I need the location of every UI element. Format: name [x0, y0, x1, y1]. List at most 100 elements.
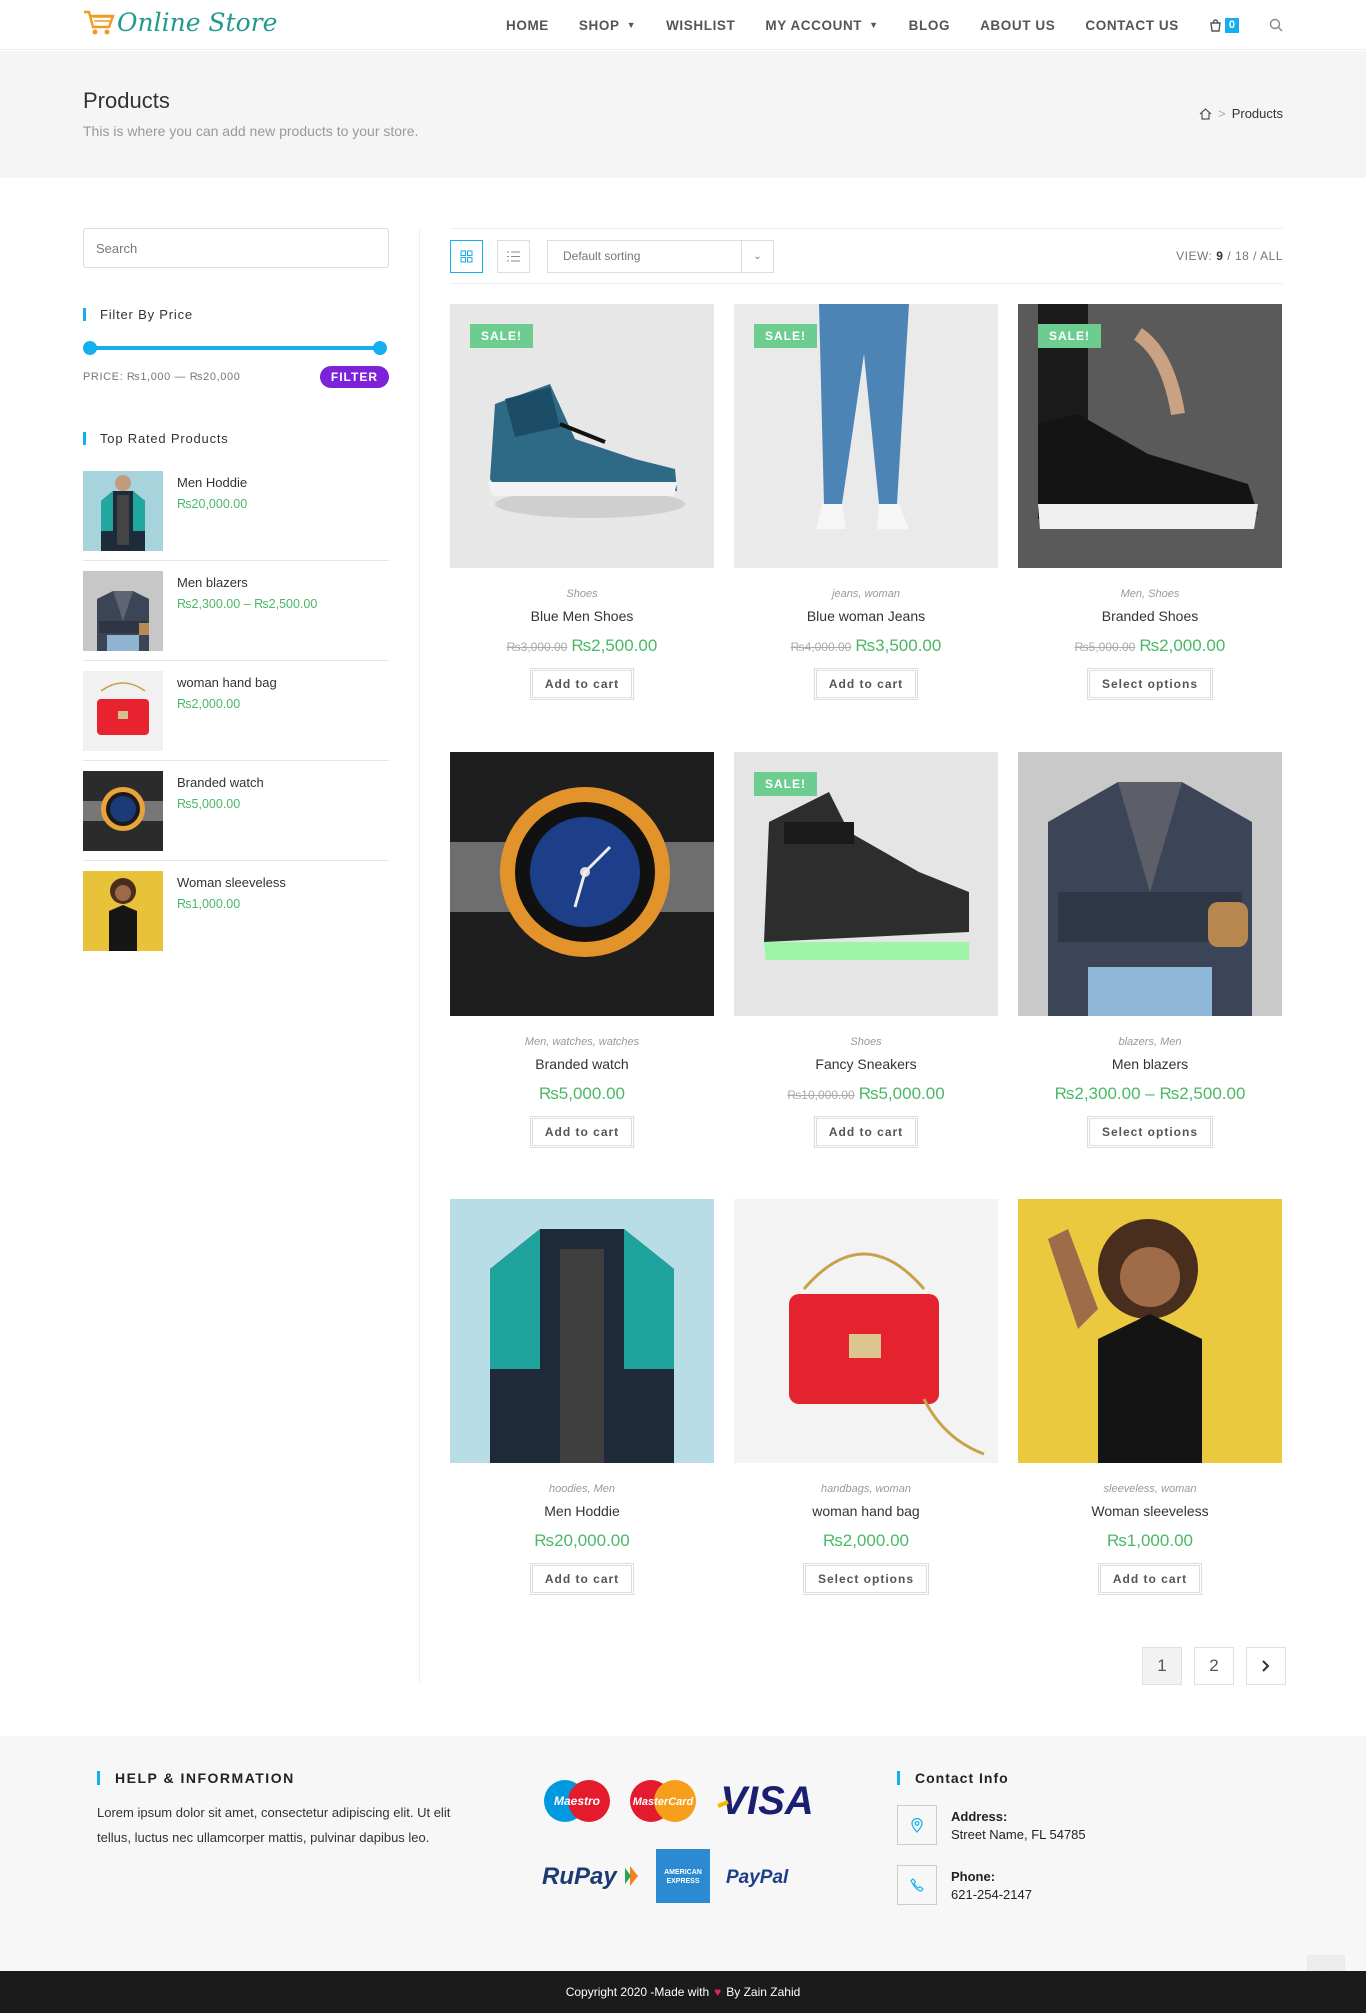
product-image[interactable]: SALE! — [1018, 304, 1282, 568]
product-name[interactable]: Blue Men Shoes — [450, 608, 714, 624]
product-image[interactable] — [450, 1199, 714, 1463]
product-card: hoodies, Men Men Hoddie ₨20,000.00 Add t… — [450, 1199, 714, 1595]
heart-icon: ♥ — [714, 1985, 722, 1999]
copyright-author: By Zain Zahid — [726, 1985, 801, 1999]
nav-home[interactable]: HOME — [506, 18, 549, 33]
branded-watch-image — [450, 752, 714, 1016]
product-categories[interactable]: blazers, Men — [1018, 1036, 1282, 1048]
chevron-down-icon: ▼ — [626, 20, 637, 30]
product-price: ₨5,000.00 ₨2,000.00 — [1018, 636, 1282, 656]
list-view-button[interactable] — [497, 239, 530, 273]
add-to-cart-button[interactable]: Add to cart — [529, 1563, 635, 1595]
svg-text:Maestro: Maestro — [554, 1794, 600, 1808]
product-image[interactable]: SALE! — [734, 304, 998, 568]
branded-watch-thumbnail[interactable] — [83, 771, 163, 851]
product-image[interactable] — [1018, 1199, 1282, 1463]
product-name[interactable]: Men blazers — [1018, 1056, 1282, 1072]
nav-about-us[interactable]: ABOUT US — [980, 18, 1055, 33]
product-card: sleeveless, woman Woman sleeveless ₨1,00… — [1018, 1199, 1282, 1595]
payment-row: RuPay AMERICAN EXPRESS PayPal — [540, 1849, 840, 1903]
product-name[interactable]: woman hand bag — [734, 1503, 998, 1519]
top-rated-name[interactable]: Woman sleeveless — [177, 875, 286, 890]
select-options-button[interactable]: Select options — [1086, 1116, 1213, 1148]
select-options-button[interactable]: Select options — [1086, 668, 1213, 700]
product-categories[interactable]: hoodies, Men — [450, 1483, 714, 1495]
current-price: ₨20,000.00 — [534, 1531, 630, 1550]
filter-button[interactable]: FILTER — [319, 366, 389, 388]
product-name[interactable]: Branded Shoes — [1018, 608, 1282, 624]
top-rated-item[interactable]: Woman sleeveless ₨1,000.00 — [83, 861, 389, 961]
select-options-button[interactable]: Select options — [802, 1563, 929, 1595]
top-rated-name[interactable]: Men blazers — [177, 575, 317, 590]
top-rated-name[interactable]: Branded watch — [177, 775, 264, 790]
price-slider-max-handle[interactable] — [373, 341, 387, 355]
product-price: ₨4,000.00 ₨3,500.00 — [734, 636, 998, 656]
svg-text:EXPRESS: EXPRESS — [666, 1878, 699, 1885]
hand-bag-thumbnail[interactable] — [83, 671, 163, 751]
search-icon[interactable] — [1269, 18, 1283, 32]
product-image[interactable] — [450, 752, 714, 1016]
phone-label: Phone: — [951, 1869, 996, 1884]
map-pin-icon — [897, 1805, 937, 1845]
phone-value[interactable]: 621-254-2147 — [951, 1887, 1032, 1902]
page-1-button[interactable]: 1 — [1142, 1647, 1182, 1685]
add-to-cart-button[interactable]: Add to cart — [1097, 1563, 1203, 1595]
sale-badge: SALE! — [470, 324, 533, 348]
grid-view-button[interactable] — [450, 239, 483, 273]
nav-wishlist[interactable]: WISHLIST — [666, 18, 735, 33]
product-categories[interactable]: Shoes — [734, 1036, 998, 1048]
product-categories[interactable]: Men, watches, watches — [450, 1036, 714, 1048]
current-price: ₨3,500.00 — [855, 636, 942, 655]
next-page-button[interactable] — [1246, 1647, 1286, 1685]
product-categories[interactable]: sleeveless, woman — [1018, 1483, 1282, 1495]
nav-shop[interactable]: SHOP ▼ — [579, 18, 636, 33]
add-to-cart-button[interactable]: Add to cart — [813, 668, 919, 700]
product-name[interactable]: Men Hoddie — [450, 1503, 714, 1519]
sidebar-search-input[interactable]: Search — [83, 228, 389, 268]
top-rated-name[interactable]: Men Hoddie — [177, 475, 247, 490]
top-rated-item[interactable]: Men blazers ₨2,300.00 – ₨2,500.00 — [83, 561, 389, 661]
pagination: 1 2 — [1130, 1647, 1286, 1685]
product-image[interactable] — [734, 1199, 998, 1463]
nav-my-account[interactable]: MY ACCOUNT ▼ — [765, 18, 878, 33]
product-name[interactable]: Branded watch — [450, 1056, 714, 1072]
men-blazers-thumbnail[interactable] — [83, 571, 163, 651]
current-price: ₨1,000.00 — [1107, 1531, 1193, 1550]
product-image[interactable] — [1018, 752, 1282, 1016]
product-name[interactable]: Woman sleeveless — [1018, 1503, 1282, 1519]
add-to-cart-button[interactable]: Add to cart — [529, 1116, 635, 1148]
top-rated-price: ₨2,300.00 – ₨2,500.00 — [177, 597, 318, 611]
sale-badge: SALE! — [1038, 324, 1101, 348]
top-rated-name[interactable]: woman hand bag — [177, 675, 277, 690]
sort-select[interactable]: Default sorting ⌄ — [547, 239, 774, 273]
men-hoddie-thumbnail[interactable] — [83, 471, 163, 551]
top-rated-item[interactable]: Branded watch ₨5,000.00 — [83, 761, 389, 861]
view-options[interactable]: / 18 / ALL — [1227, 249, 1283, 263]
nav-blog[interactable]: BLOG — [909, 18, 950, 33]
header-cart[interactable]: 0 — [1209, 17, 1239, 33]
page-2-button[interactable]: 2 — [1194, 1647, 1234, 1685]
current-price: ₨2,000.00 — [823, 1531, 909, 1550]
copyright-text: Copyright 2020 -Made with — [565, 1985, 710, 1999]
top-rated-item[interactable]: woman hand bag ₨2,000.00 — [83, 661, 389, 761]
sort-select-value: Default sorting — [563, 249, 641, 263]
product-image[interactable]: SALE! — [450, 304, 714, 568]
product-categories[interactable]: Shoes — [450, 588, 714, 600]
nav-contact-us[interactable]: CONTACT US — [1085, 18, 1179, 33]
top-rated-item[interactable]: Men Hoddie ₨20,000.00 — [83, 461, 389, 561]
home-icon[interactable] — [1199, 107, 1212, 120]
svg-text:AMERICAN: AMERICAN — [664, 1869, 702, 1876]
product-name[interactable]: Blue woman Jeans — [734, 608, 998, 624]
price-slider-min-handle[interactable] — [83, 341, 97, 355]
site-logo[interactable]: Online Store — [83, 8, 277, 37]
add-to-cart-button[interactable]: Add to cart — [529, 668, 635, 700]
product-image[interactable]: SALE! — [734, 752, 998, 1016]
view-current[interactable]: 9 — [1216, 249, 1223, 263]
product-categories[interactable]: jeans, woman — [734, 588, 998, 600]
add-to-cart-button[interactable]: Add to cart — [813, 1116, 919, 1148]
price-range-slider[interactable] — [83, 341, 387, 355]
product-categories[interactable]: handbags, woman — [734, 1483, 998, 1495]
woman-sleeveless-thumbnail[interactable] — [83, 871, 163, 951]
product-name[interactable]: Fancy Sneakers — [734, 1056, 998, 1072]
product-categories[interactable]: Men, Shoes — [1018, 588, 1282, 600]
